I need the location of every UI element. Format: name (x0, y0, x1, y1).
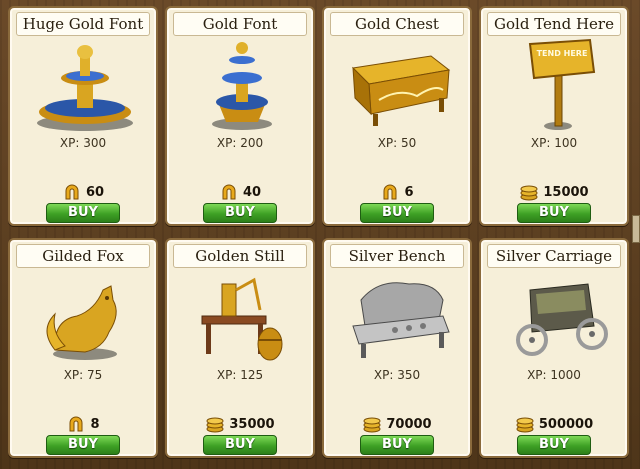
gold-font-image (212, 42, 272, 130)
shop-item-golden-still[interactable]: Golden Still XP: 125 35000 BUY (165, 238, 315, 458)
item-xp: XP: 125 (216, 368, 264, 382)
item-price: 6 (324, 182, 470, 202)
price-value: 60 (85, 184, 105, 200)
coins-icon (516, 417, 534, 433)
price-value: 8 (90, 416, 100, 432)
item-price: 35000 (167, 414, 313, 434)
scrollbar-thumb[interactable] (632, 215, 640, 243)
item-title: Silver Bench (330, 244, 464, 268)
item-xp: XP: 50 (377, 136, 417, 150)
buy-button[interactable]: BUY (203, 203, 277, 223)
price-value: 15000 (543, 184, 589, 200)
item-xp: XP: 100 (530, 136, 578, 150)
item-title: Silver Carriage (487, 244, 621, 268)
item-title: Huge Gold Font (16, 12, 150, 36)
shop-item-gold-tend-here[interactable]: Gold Tend Here TEND HERE XP: 100 15000 B… (479, 6, 629, 226)
item-price: 70000 (324, 414, 470, 434)
shop-item-gold-chest[interactable]: Gold Chest XP: 50 6 BUY (322, 6, 472, 226)
golden-still-image (201, 277, 283, 361)
item-price: 40 (167, 182, 313, 202)
buy-button[interactable]: BUY (203, 435, 277, 455)
shop-item-silver-bench[interactable]: Silver Bench XP: 350 70000 BUY (322, 238, 472, 458)
coins-icon (363, 417, 381, 433)
gilded-fox-image (46, 285, 117, 360)
item-xp: XP: 350 (373, 368, 421, 382)
buy-button[interactable]: BUY (360, 435, 434, 455)
item-price: 60 (10, 182, 156, 202)
price-value: 70000 (386, 416, 432, 432)
shop-item-silver-carriage[interactable]: Silver Carriage XP: 1000 500000 BUY (479, 238, 629, 458)
coins-icon (206, 417, 224, 433)
buy-button[interactable]: BUY (517, 435, 591, 455)
price-value: 500000 (538, 416, 594, 432)
coins-icon (520, 185, 538, 201)
huge-gold-font-image (37, 45, 133, 131)
price-value: 35000 (229, 416, 275, 432)
silver-bench-image (352, 282, 450, 358)
item-title: Gold Tend Here (487, 12, 621, 36)
sign-text: TEND HERE (537, 49, 588, 58)
silver-carriage-image (516, 283, 608, 356)
item-xp: XP: 200 (216, 136, 264, 150)
horseshoe-icon (222, 184, 236, 200)
horseshoe-icon (65, 184, 79, 200)
item-title: Gilded Fox (16, 244, 150, 268)
price-value: 6 (404, 184, 414, 200)
shop-item-huge-gold-font[interactable]: Huge Gold Font XP: 300 60 BUY (8, 6, 158, 226)
gold-chest-image (351, 55, 451, 126)
price-value: 40 (242, 184, 262, 200)
buy-button[interactable]: BUY (360, 203, 434, 223)
item-price: 15000 (481, 182, 627, 202)
item-xp: XP: 1000 (527, 368, 581, 382)
item-title: Gold Font (173, 12, 307, 36)
item-price: 500000 (481, 414, 627, 434)
item-title: Golden Still (173, 244, 307, 268)
buy-button[interactable]: BUY (517, 203, 591, 223)
shop-item-gold-font[interactable]: Gold Font XP: 200 40 BUY (165, 6, 315, 226)
gold-tend-here-image: TEND HERE (528, 38, 596, 130)
item-xp: XP: 300 (59, 136, 107, 150)
buy-button[interactable]: BUY (46, 203, 120, 223)
horseshoe-icon (383, 184, 397, 200)
buy-button[interactable]: BUY (46, 435, 120, 455)
item-title: Gold Chest (330, 12, 464, 36)
item-xp: XP: 75 (63, 368, 103, 382)
horseshoe-icon (69, 416, 83, 432)
shop-item-gilded-fox[interactable]: Gilded Fox XP: 75 8 BUY (8, 238, 158, 458)
item-price: 8 (10, 414, 156, 434)
